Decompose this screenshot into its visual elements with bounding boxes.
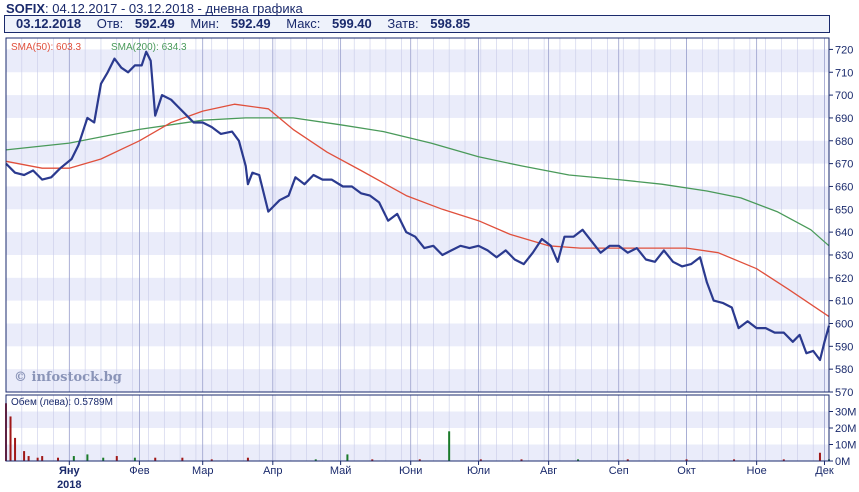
y-tick-label: 600 bbox=[835, 318, 853, 330]
volume-bar bbox=[818, 452, 821, 461]
x-tick-label: Юни bbox=[399, 465, 422, 477]
legend-sma200: SMA(200): 634.3 bbox=[111, 42, 187, 53]
y-tick-label: 710 bbox=[835, 67, 853, 79]
y-tick-label: 590 bbox=[835, 341, 853, 353]
x-tick-label: Авг bbox=[540, 465, 557, 477]
x-tick-label: Юли bbox=[467, 465, 490, 477]
watermark-text: © infostock.bg bbox=[14, 370, 122, 385]
y-tick-label: 620 bbox=[835, 273, 853, 285]
volume-bar bbox=[41, 456, 44, 461]
x-tick-label: Сеп bbox=[609, 465, 629, 477]
y-tick-label: 570 bbox=[835, 387, 853, 399]
y-tick-label: 670 bbox=[835, 159, 853, 171]
x-tick-label: Фев bbox=[129, 465, 149, 477]
price-chart: 570 580 590 600 610 620 630 640 650 660 670 680 690 7… bbox=[5, 37, 856, 491]
legend-sma50: SMA(50): 603.3 bbox=[11, 42, 81, 53]
y-tick-label: 650 bbox=[835, 204, 853, 216]
volume-y-tick-label: 20M bbox=[835, 423, 856, 435]
x-tick-label: Мар bbox=[192, 465, 214, 477]
y-tick-label: 640 bbox=[835, 227, 853, 239]
y-tick-label: 680 bbox=[835, 136, 853, 148]
legend-volume: Обем (лева): 0.5789M bbox=[11, 396, 113, 408]
x-axis-ticks: Яну Фев Мар Апр Май Юни Юли Авг Сеп Окт Ное Дек 2018 bbox=[57, 461, 834, 491]
volume-y-tick-label: 30M bbox=[835, 407, 856, 419]
x-year-label: 2018 bbox=[57, 479, 81, 491]
volume-bar bbox=[448, 431, 451, 461]
volume-y-tick-label: 0M bbox=[835, 456, 850, 468]
y-tick-label: 610 bbox=[835, 296, 853, 308]
x-tick-label: Ное bbox=[747, 465, 767, 477]
y-tick-label: 720 bbox=[835, 44, 853, 56]
y-tick-label: 580 bbox=[835, 364, 853, 376]
volume-bar bbox=[115, 456, 118, 461]
volume-bar bbox=[14, 437, 17, 461]
x-tick-label: Дек bbox=[815, 465, 834, 477]
volume-bar bbox=[23, 451, 26, 461]
x-tick-label: Окт bbox=[677, 465, 696, 477]
y-tick-label: 660 bbox=[835, 181, 853, 193]
y-axis-ticks: 570 580 590 600 610 620 630 640 650 660 670 680 690 7… bbox=[829, 44, 856, 468]
volume-bar bbox=[346, 454, 349, 461]
x-tick-label: Яну bbox=[59, 465, 81, 477]
volume-y-tick-label: 10M bbox=[835, 440, 856, 452]
volume-bar bbox=[27, 456, 30, 461]
volume-bar bbox=[9, 416, 12, 461]
volume-bar bbox=[72, 456, 75, 461]
y-tick-label: 630 bbox=[835, 250, 853, 262]
volume-bar bbox=[86, 454, 89, 461]
y-tick-label: 690 bbox=[835, 113, 853, 125]
x-tick-label: Май bbox=[330, 465, 352, 477]
x-tick-label: Апр bbox=[263, 465, 282, 477]
y-tick-label: 700 bbox=[835, 90, 853, 102]
